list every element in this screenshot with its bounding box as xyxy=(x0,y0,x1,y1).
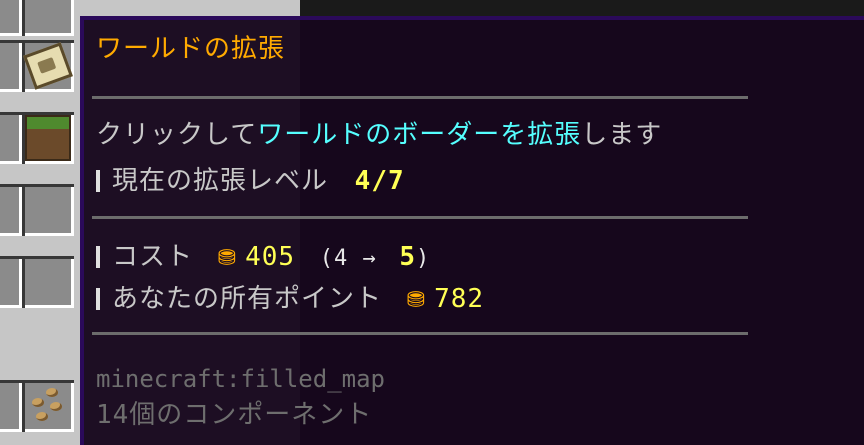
separator xyxy=(92,96,748,99)
bullet-bar xyxy=(96,170,100,192)
cost-paren-close: ) xyxy=(416,246,431,271)
current-level-label: 現在の拡張レベル xyxy=(112,166,329,196)
coin-pile-icon: ⛃ xyxy=(406,288,427,313)
separator xyxy=(92,332,748,335)
inventory-slot-grass[interactable] xyxy=(22,112,74,164)
inventory-slot[interactable] xyxy=(22,256,74,308)
separator xyxy=(92,216,748,219)
component-count: 14個のコンポーネント xyxy=(96,400,373,430)
inventory-slot-seeds[interactable] xyxy=(22,380,74,432)
inventory-slot[interactable] xyxy=(0,0,22,36)
cost-target-level: 5 xyxy=(399,242,417,272)
inventory-slot[interactable] xyxy=(0,112,22,164)
cost-row: コスト ⛃ 405 (4 → 5) xyxy=(96,242,430,274)
seeds-icon xyxy=(28,386,68,426)
current-level-row: 現在の拡張レベル 4/7 xyxy=(96,166,405,196)
item-tooltip: ワールドの拡張 クリックしてワールドのボーダーを拡張します 現在の拡張レベル 4… xyxy=(80,16,864,445)
points-label: あなたの所有ポイント xyxy=(112,284,383,314)
cost-label: コスト xyxy=(112,242,194,272)
inventory-slot[interactable] xyxy=(0,256,22,308)
coin-pile-icon: ⛃ xyxy=(217,246,238,271)
current-level-value: 4/7 xyxy=(354,166,405,196)
click-prefix: クリックして xyxy=(96,120,258,150)
click-highlight: ワールドのボーダーを拡張 xyxy=(257,120,582,150)
inventory-slot[interactable] xyxy=(0,184,22,236)
cost-amount: 405 xyxy=(245,242,296,272)
bullet-bar xyxy=(96,288,100,310)
points-row: あなたの所有ポイント ⛃ 782 xyxy=(96,284,484,316)
filled-map-icon xyxy=(23,42,73,90)
points-amount: 782 xyxy=(434,284,485,314)
grass-block-icon xyxy=(25,115,71,161)
click-instruction: クリックしてワールドのボーダーを拡張します xyxy=(96,120,662,150)
inventory-slot[interactable] xyxy=(22,0,74,36)
bullet-bar xyxy=(96,246,100,268)
item-id: minecraft:filled_map xyxy=(96,365,385,393)
inventory-slot-map[interactable] xyxy=(22,40,74,92)
click-suffix: します xyxy=(581,120,663,150)
inventory-slot[interactable] xyxy=(0,40,22,92)
tooltip-title: ワールドの拡張 xyxy=(96,34,286,64)
cost-paren-open: (4 → xyxy=(319,246,377,271)
inventory-slot[interactable] xyxy=(22,184,74,236)
inventory-slot[interactable] xyxy=(0,380,22,432)
